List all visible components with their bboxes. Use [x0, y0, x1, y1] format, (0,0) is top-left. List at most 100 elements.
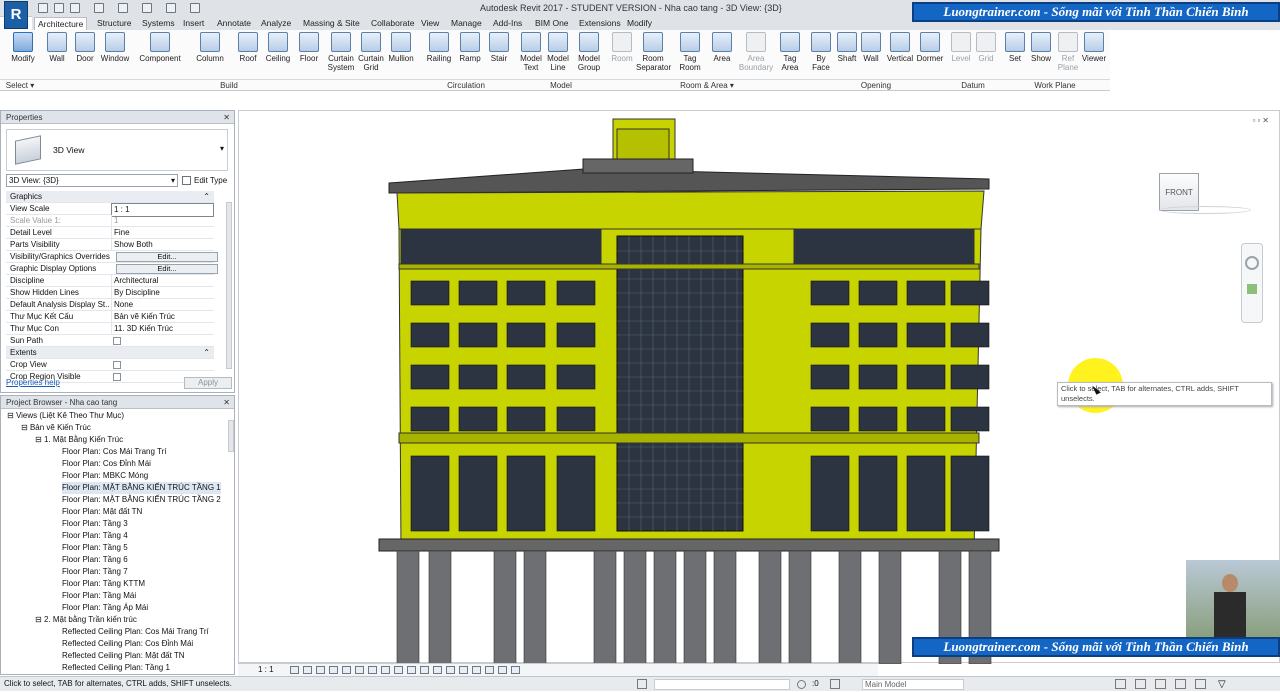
view-control-icon[interactable] [407, 666, 416, 674]
ramp-button[interactable]: Ramp [458, 32, 482, 80]
tab-modify[interactable]: Modify [624, 17, 655, 30]
view-control-icon[interactable] [329, 666, 338, 674]
sync-icon[interactable] [797, 680, 806, 689]
tree-view-item[interactable]: Floor Plan: Mặt đất TN [62, 506, 142, 518]
property-value[interactable]: Show Both [111, 239, 214, 251]
select-by-face-icon[interactable] [1175, 679, 1186, 689]
drag-elements-icon[interactable] [1195, 679, 1206, 689]
tab-manage[interactable]: Manage [448, 17, 485, 30]
column-button[interactable]: Column [194, 32, 226, 80]
by-face-button[interactable]: By Face [809, 32, 833, 80]
view-control-icon[interactable] [368, 666, 377, 674]
shaft-button[interactable]: Shaft [836, 32, 858, 80]
tree-view-item[interactable]: Reflected Ceiling Plan: Mặt đất TN [62, 650, 185, 662]
property-value[interactable]: Architectural [111, 275, 214, 287]
select-underlay-icon[interactable] [1135, 679, 1146, 689]
view-control-icon[interactable] [511, 666, 520, 674]
text-icon[interactable] [190, 3, 200, 13]
model-text-button[interactable]: Model Text [518, 32, 544, 80]
model-group-button[interactable]: Model Group [575, 32, 603, 80]
open-icon[interactable] [38, 3, 48, 13]
tag-area-button[interactable]: Tag Area [777, 32, 803, 80]
curtain-system-button[interactable]: Curtain System [326, 32, 356, 80]
panel-room-area-[interactable]: Room & Area ▾ [608, 79, 806, 90]
workset-field[interactable] [654, 679, 790, 690]
tree-view-item[interactable]: Floor Plan: Tầng KTTM [62, 578, 145, 590]
grid-button[interactable]: Grid [976, 32, 996, 80]
panel-datum[interactable]: Datum [946, 79, 1000, 90]
room-separator-button[interactable]: Room Separator [636, 32, 671, 80]
tree-view-item[interactable]: Floor Plan: Tầng 5 [62, 542, 128, 554]
select-links-icon[interactable] [1115, 679, 1126, 689]
view-control-icon[interactable] [433, 666, 442, 674]
view-control-icon[interactable] [290, 666, 299, 674]
property-checkbox[interactable] [113, 373, 121, 381]
floor-button[interactable]: Floor [297, 32, 321, 80]
tree-view-item[interactable]: Floor Plan: Cos Đỉnh Mái [62, 458, 151, 470]
panel-build[interactable]: Build [40, 79, 418, 90]
set-button[interactable]: Set [1005, 32, 1025, 80]
tree-folder[interactable]: ⊟ Bản vẽ Kiến Trúc [21, 422, 91, 434]
view-control-icon[interactable] [394, 666, 403, 674]
edit-button[interactable]: Edit... [116, 264, 218, 274]
tab-bim-one[interactable]: BIM One [532, 17, 572, 30]
viewcube-compass[interactable] [1159, 206, 1251, 214]
tree-view-item[interactable]: Floor Plan: Tầng 3 [62, 518, 128, 530]
tree-view-item[interactable]: Reflected Ceiling Plan: Tầng 1 [62, 662, 170, 674]
tree-view-item[interactable]: Reflected Ceiling Plan: Cos Mái Trang Tr… [62, 626, 209, 638]
design-option-select[interactable]: Main Model [862, 679, 964, 690]
tree-view-item[interactable]: Floor Plan: MẶT BẰNG KIẾN TRÚC TẦNG 1 [62, 482, 221, 494]
collapse-icon[interactable]: ⊟ [35, 615, 44, 624]
tab-collaborate[interactable]: Collaborate [368, 17, 417, 30]
collapse-icon[interactable]: ⌃ [203, 191, 210, 203]
view-scale[interactable]: 1 : 1 [258, 665, 274, 674]
edit-button[interactable]: Edit... [116, 252, 218, 262]
tab-view[interactable]: View [418, 17, 442, 30]
collapse-icon[interactable]: ⊟ [7, 411, 16, 420]
tab-insert[interactable]: Insert [180, 17, 207, 30]
steering-wheel-icon[interactable] [1245, 256, 1259, 270]
railing-button[interactable]: Railing [425, 32, 453, 80]
close-icon[interactable]: ✕ [223, 111, 230, 124]
view-control-icon[interactable] [355, 666, 364, 674]
wall-button[interactable]: Wall [861, 32, 881, 80]
tree-view-item[interactable]: Floor Plan: MẶT BẰNG KIẾN TRÚC TẦNG 2 [62, 494, 221, 506]
collapse-icon[interactable]: ⊟ [35, 435, 44, 444]
workset-icon[interactable] [637, 679, 647, 689]
view-control-icon[interactable] [303, 666, 312, 674]
measure-icon[interactable] [166, 3, 176, 13]
viewer-button[interactable]: Viewer [1080, 32, 1108, 80]
filter-icon[interactable]: ▽ [1218, 678, 1226, 692]
print-icon[interactable] [142, 3, 152, 13]
tab-massing-site[interactable]: Massing & Site [300, 17, 363, 30]
view-control-icon[interactable] [485, 666, 494, 674]
browser-scrollbar[interactable] [228, 420, 234, 452]
tab-extensions[interactable]: Extensions [576, 17, 624, 30]
tab-systems[interactable]: Systems [139, 17, 178, 30]
tab-add-ins[interactable]: Add-Ins [490, 17, 525, 30]
design-options-icon[interactable] [830, 679, 840, 689]
tree-folder[interactable]: ⊟ 1. Mặt Bằng Kiến Trúc [35, 434, 123, 446]
ceiling-button[interactable]: Ceiling [264, 32, 292, 80]
view-control-icon[interactable] [498, 666, 507, 674]
property-checkbox[interactable] [113, 361, 121, 369]
tag-room-button[interactable]: Tag Room [676, 32, 704, 80]
view-control-icon[interactable] [459, 666, 468, 674]
mullion-button[interactable]: Mullion [386, 32, 416, 80]
panel-work-plane[interactable]: Work Plane [1000, 79, 1110, 90]
area-boundary-button[interactable]: Area Boundary [738, 32, 774, 80]
app-menu-button[interactable]: R [4, 1, 28, 29]
view-control-icon[interactable] [342, 666, 351, 674]
vertical-button[interactable]: Vertical [886, 32, 914, 80]
room-button[interactable]: Room [610, 32, 634, 80]
level-button[interactable]: Level [950, 32, 972, 80]
curtain-grid-button[interactable]: Curtain Grid [357, 32, 385, 80]
navigation-bar[interactable] [1241, 243, 1263, 323]
roof-button[interactable]: Roof [236, 32, 260, 80]
edit-type-button[interactable]: Edit Type [182, 174, 232, 187]
tree-view-item[interactable]: Floor Plan: Tầng 7 [62, 566, 128, 578]
instance-selector[interactable]: 3D View: {3D} ▾ [6, 174, 178, 187]
properties-scrollbar[interactable] [226, 202, 232, 369]
tab-architecture[interactable]: Architecture [34, 17, 88, 30]
component-button[interactable]: Component [137, 32, 183, 80]
